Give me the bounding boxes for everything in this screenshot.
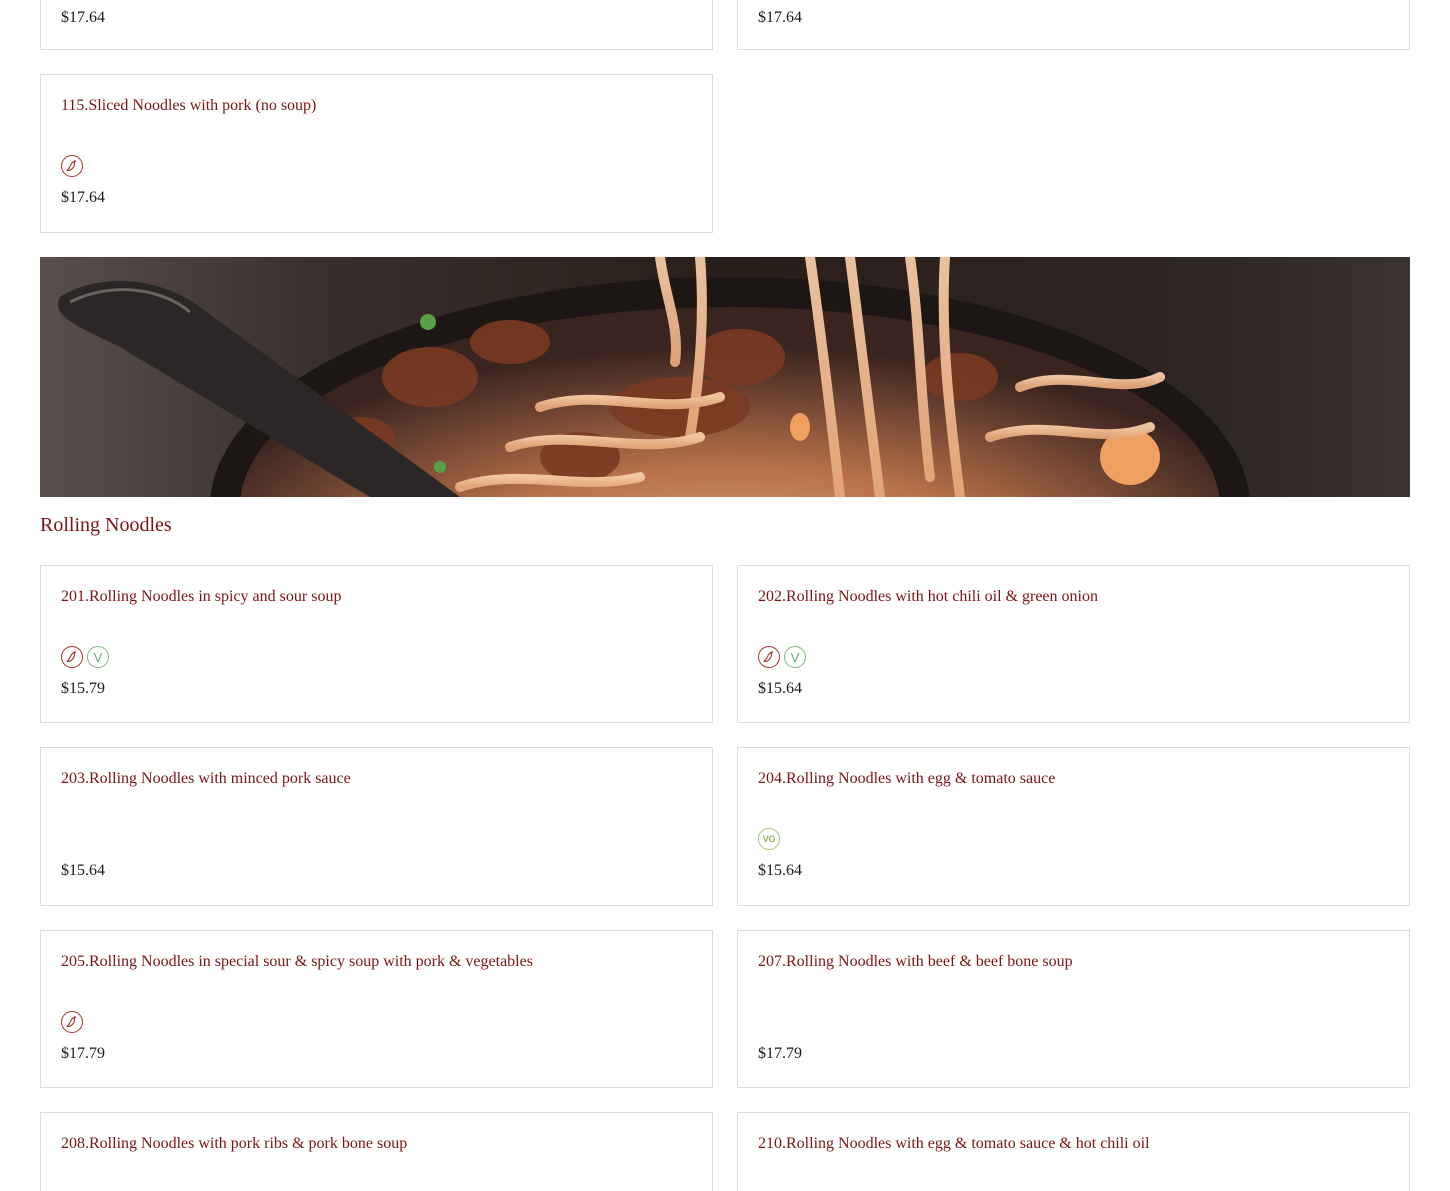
menu-item-card[interactable]: 210.Rolling Noodles with egg & tomato sa… bbox=[737, 1112, 1410, 1191]
menu-item-card[interactable]: 208.Rolling Noodles with pork ribs & por… bbox=[40, 1112, 713, 1191]
item-name: 208.Rolling Noodles with pork ribs & por… bbox=[61, 1135, 408, 1152]
item-name: 115.Sliced Noodles with pork (no soup) bbox=[61, 97, 317, 114]
menu-item-card[interactable]: 202.Rolling Noodles with hot chili oil &… bbox=[737, 565, 1410, 723]
section-title: Rolling Noodles bbox=[40, 514, 172, 536]
item-price: $17.64 bbox=[61, 189, 105, 206]
item-price: $17.64 bbox=[61, 9, 105, 26]
menu-item-card[interactable]: $17.64 bbox=[737, 0, 1410, 50]
spicy-icon bbox=[758, 646, 780, 668]
rolling-noodles-banner-image bbox=[40, 257, 1410, 497]
menu-item-card[interactable]: 204.Rolling Noodles with egg & tomato sa… bbox=[737, 747, 1410, 906]
vegan-icon: VG bbox=[758, 828, 780, 850]
item-price: $15.79 bbox=[61, 680, 105, 697]
menu-page: $17.64 $17.64 115.Sliced Noodles with po… bbox=[0, 0, 1450, 1191]
dietary-badges bbox=[61, 155, 83, 179]
dietary-badges: V bbox=[61, 646, 109, 670]
item-name: 205.Rolling Noodles in special sour & sp… bbox=[61, 953, 533, 970]
dietary-badges: V bbox=[758, 646, 806, 670]
item-price: $17.64 bbox=[758, 9, 802, 26]
item-name: 204.Rolling Noodles with egg & tomato sa… bbox=[758, 770, 1056, 787]
dietary-badges bbox=[61, 1011, 83, 1035]
item-price: $15.64 bbox=[758, 862, 802, 879]
item-name: 202.Rolling Noodles with hot chili oil &… bbox=[758, 588, 1098, 605]
menu-item-card[interactable]: 201.Rolling Noodles in spicy and sour so… bbox=[40, 565, 713, 723]
item-price: $17.79 bbox=[758, 1045, 802, 1062]
item-price: $17.79 bbox=[61, 1045, 105, 1062]
spicy-icon bbox=[61, 155, 83, 177]
vegetarian-icon: V bbox=[87, 646, 109, 668]
dietary-badges: VG bbox=[758, 828, 780, 852]
item-name: 203.Rolling Noodles with minced pork sau… bbox=[61, 770, 351, 787]
item-name: 210.Rolling Noodles with egg & tomato sa… bbox=[758, 1135, 1150, 1152]
menu-item-card[interactable]: 207.Rolling Noodles with beef & beef bon… bbox=[737, 930, 1410, 1088]
menu-item-card[interactable]: 115.Sliced Noodles with pork (no soup) $… bbox=[40, 74, 713, 233]
spicy-icon bbox=[61, 1011, 83, 1033]
spicy-icon bbox=[61, 646, 83, 668]
menu-item-card[interactable]: $17.64 bbox=[40, 0, 713, 50]
item-price: $15.64 bbox=[61, 862, 105, 879]
item-name: 207.Rolling Noodles with beef & beef bon… bbox=[758, 953, 1073, 970]
vegetarian-icon: V bbox=[784, 646, 806, 668]
item-price: $15.64 bbox=[758, 680, 802, 697]
menu-item-card[interactable]: 205.Rolling Noodles in special sour & sp… bbox=[40, 930, 713, 1088]
item-name: 201.Rolling Noodles in spicy and sour so… bbox=[61, 588, 342, 605]
menu-item-card[interactable]: 203.Rolling Noodles with minced pork sau… bbox=[40, 747, 713, 906]
